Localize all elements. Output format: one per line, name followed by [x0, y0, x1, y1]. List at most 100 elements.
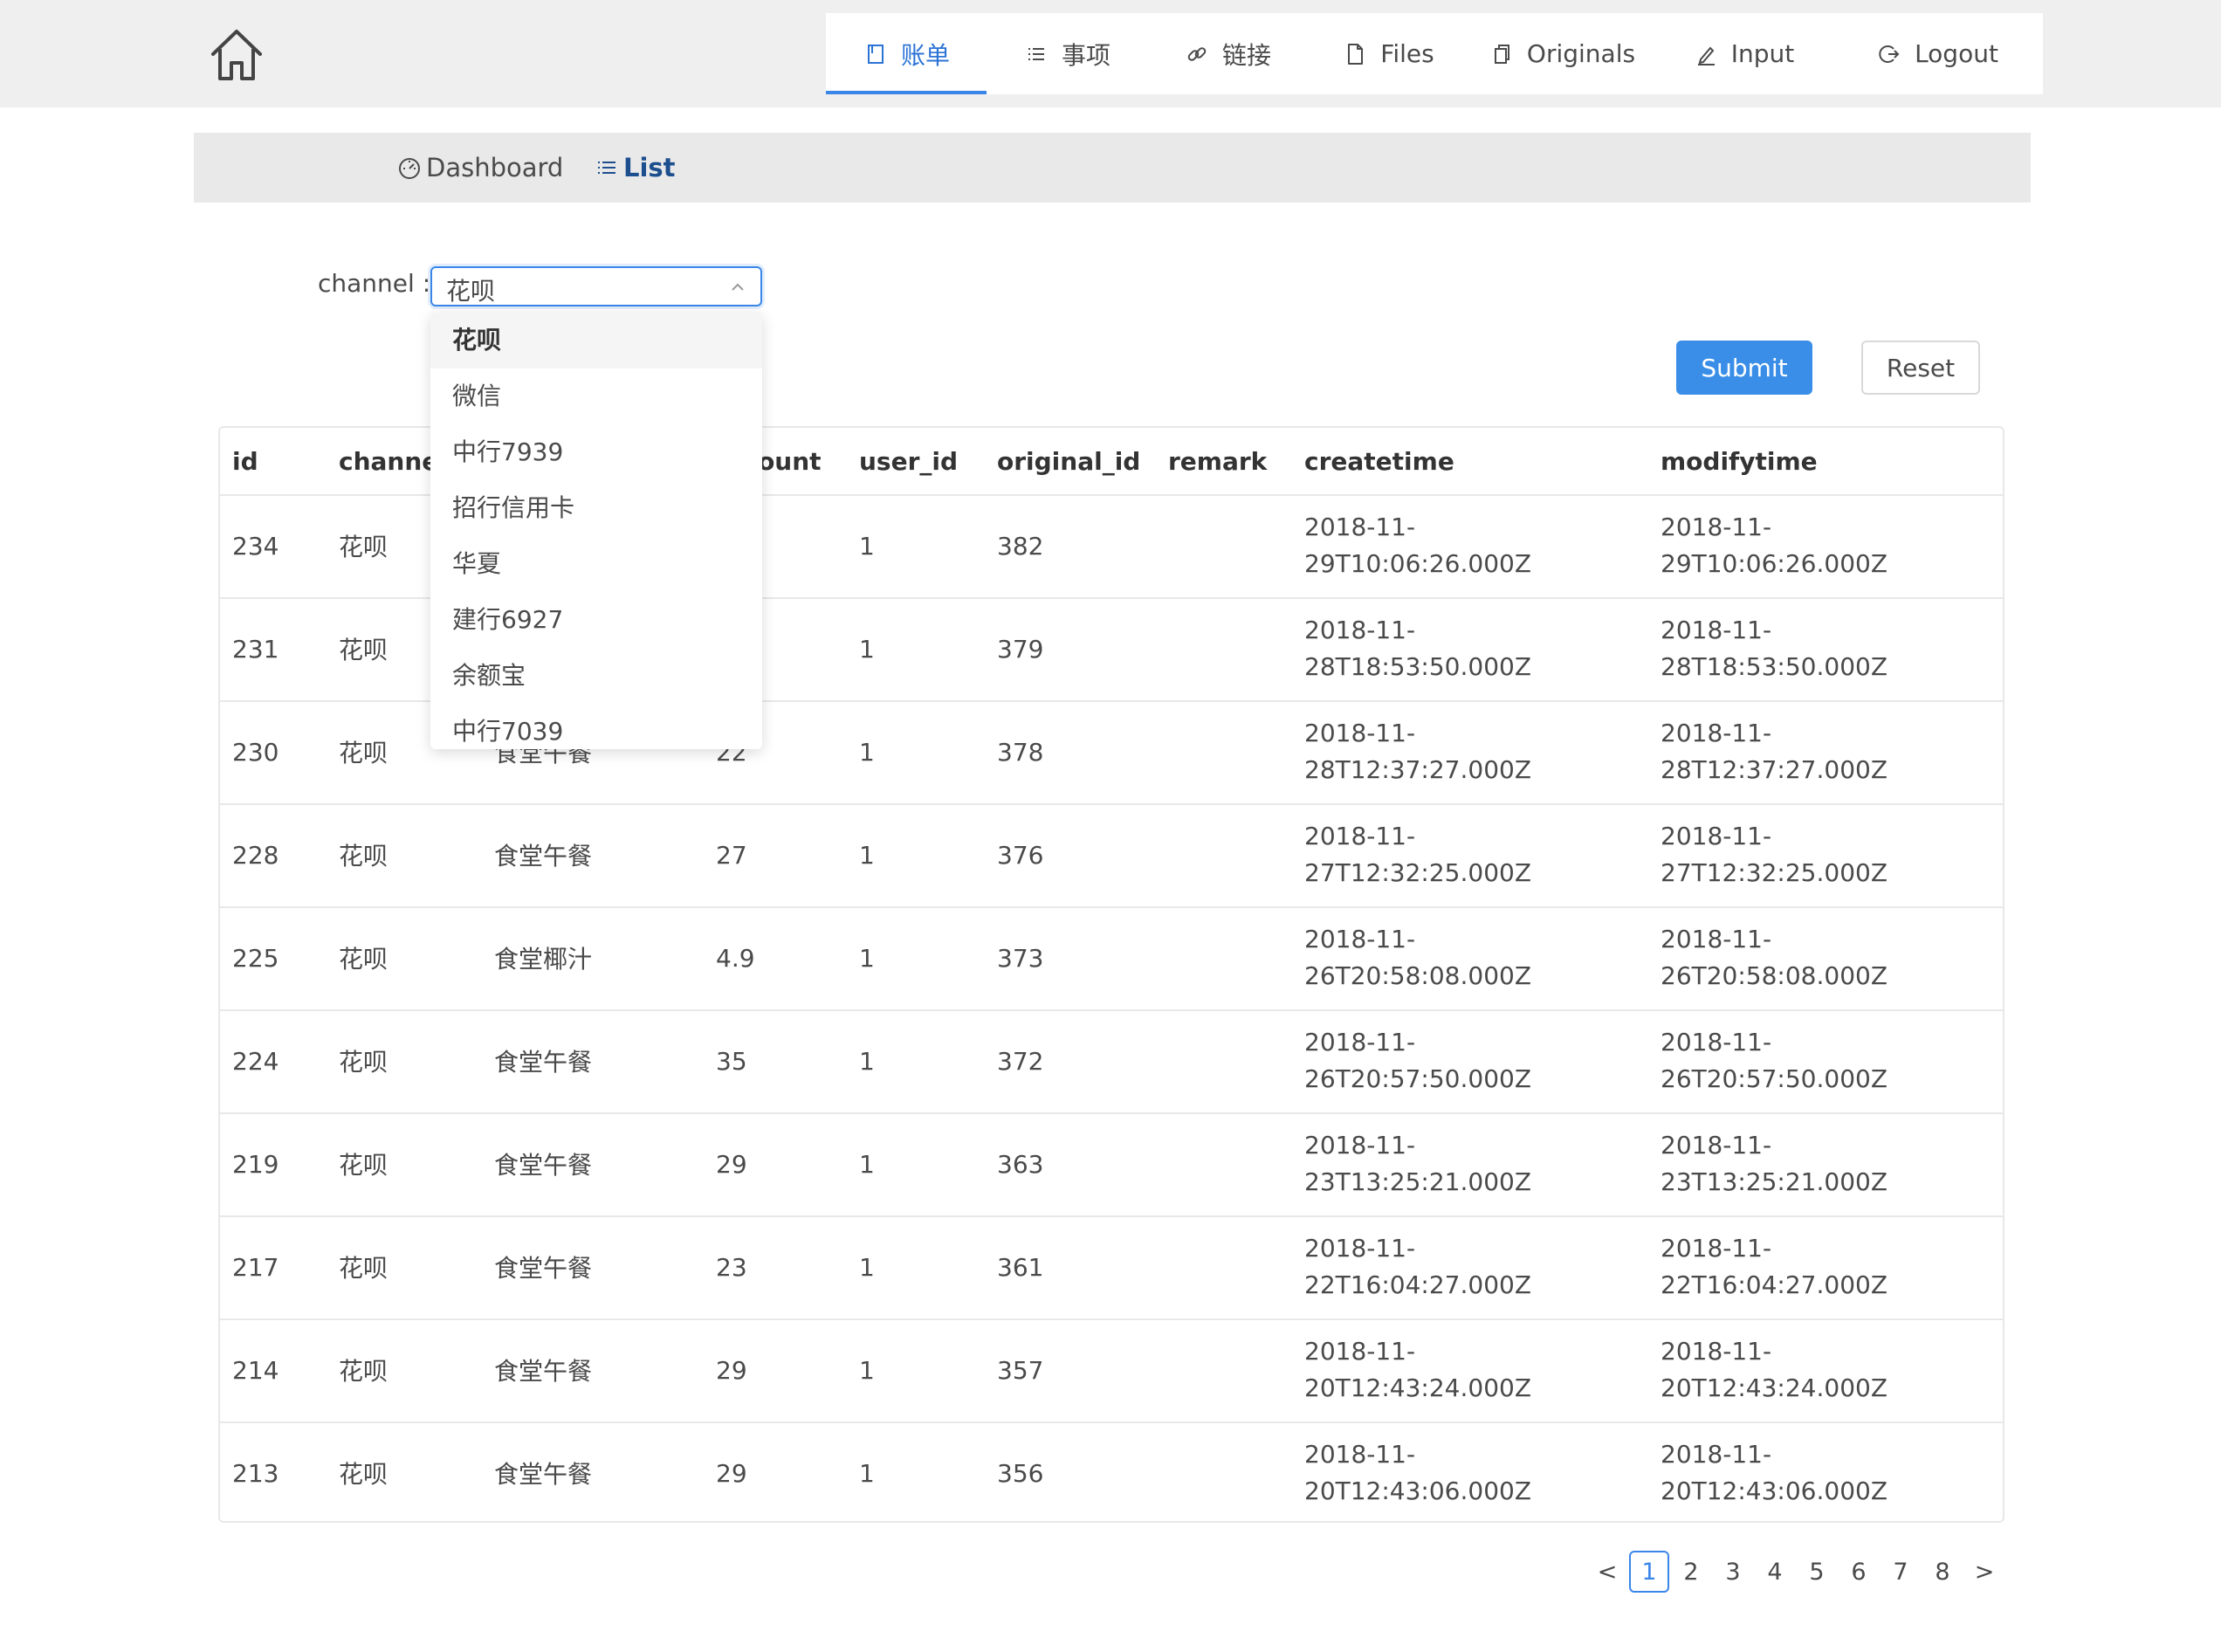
- table-cell: 1: [859, 840, 875, 870]
- table-cell: 363: [997, 1149, 1044, 1179]
- nav-item-files[interactable]: Files: [1308, 13, 1468, 94]
- nav-item-bills[interactable]: 账单: [826, 13, 987, 94]
- page-number[interactable]: 4: [1755, 1551, 1795, 1593]
- table-cell: 29: [716, 1355, 747, 1385]
- nav-item-label: 链接: [1221, 40, 1271, 70]
- nav-item-label: 账单: [900, 40, 950, 70]
- channel-label: channel :: [318, 269, 431, 298]
- page-number[interactable]: 8: [1922, 1551, 1963, 1593]
- dropdown-option[interactable]: 招行信用卡: [430, 480, 762, 536]
- table-cell: 花呗: [339, 1151, 389, 1180]
- table-cell: 357: [997, 1355, 1044, 1385]
- table-cell: 食堂午餐: [494, 1151, 593, 1180]
- reset-button[interactable]: Reset: [1861, 341, 1980, 395]
- table-cell: 花呗: [339, 842, 389, 871]
- table-cell: 379: [997, 634, 1044, 664]
- nav-item-tasks[interactable]: 事项: [987, 13, 1147, 94]
- table-row[interactable]: 213 花呗 食堂午餐 29 1 356 2018-11- 20T12:43:06.000Z 2…: [220, 1421, 2003, 1525]
- table-cell: 2018-11- 26T20:58:08.000Z: [1304, 925, 1532, 990]
- next-page-button[interactable]: >: [1964, 1551, 2004, 1593]
- table-cell: 2018-11- 26T20:57:50.000Z: [1661, 1028, 1888, 1093]
- table-cell: 食堂午餐: [494, 1048, 593, 1077]
- subnav-dashboard-label: Dashboard: [426, 153, 564, 182]
- table-cell: 食堂午餐: [494, 842, 593, 871]
- nav-item-logout[interactable]: Logout: [1832, 13, 2043, 94]
- table-cell: 2018-11- 28T12:37:27.000Z: [1661, 719, 1888, 784]
- nav-item-input[interactable]: Input: [1655, 13, 1832, 94]
- page-number[interactable]: 2: [1671, 1551, 1711, 1593]
- table-cell: 花呗: [339, 1048, 389, 1077]
- subnav-list[interactable]: List: [594, 133, 676, 203]
- page-number[interactable]: 7: [1881, 1551, 1921, 1593]
- table-cell: 378: [997, 737, 1044, 767]
- dropdown-option[interactable]: 微信: [430, 368, 762, 424]
- home-icon[interactable]: [206, 24, 267, 86]
- table-cell: 1: [859, 1252, 875, 1282]
- table-cell: 361: [997, 1252, 1044, 1282]
- table-cell: 35: [716, 1046, 747, 1076]
- list-icon: [1028, 47, 1044, 60]
- table-cell: 2018-11- 28T12:37:27.000Z: [1304, 719, 1532, 784]
- page-number[interactable]: 6: [1839, 1551, 1879, 1593]
- table-cell: 花呗: [339, 945, 389, 974]
- table-cell: 225: [232, 943, 279, 973]
- table-row[interactable]: 224 花呗 食堂午餐 35 1 372 2018-11- 26T20:57:50.000Z 2…: [220, 1009, 2003, 1114]
- dropdown-option[interactable]: 余额宝: [430, 648, 762, 704]
- subnav-list-label: List: [623, 153, 676, 182]
- copy-icon: [1494, 44, 1509, 64]
- table-cell: 食堂午餐: [494, 1460, 593, 1489]
- table-cell: 花呗: [339, 739, 389, 767]
- nav-item-label: 事项: [1061, 40, 1110, 70]
- link-icon: [1187, 46, 1207, 61]
- table-cell: 2018-11- 20T12:43:06.000Z: [1304, 1440, 1532, 1505]
- table-cell: 2018-11- 20T12:43:24.000Z: [1661, 1337, 1888, 1402]
- table-cell: 花呗: [339, 636, 389, 664]
- channel-select[interactable]: 花呗: [430, 266, 762, 306]
- table-cell: 1: [859, 737, 875, 767]
- table-row[interactable]: 214 花呗 食堂午餐 29 1 357 2018-11- 20T12:43:24.000Z 2…: [220, 1318, 2003, 1423]
- dropdown-option[interactable]: 华夏: [430, 536, 762, 592]
- table-row[interactable]: 217 花呗 食堂午餐 23 1 361 2018-11- 22T16:04:27.000Z 2…: [220, 1215, 2003, 1320]
- table-cell: 2018-11- 20T12:43:24.000Z: [1304, 1337, 1532, 1402]
- table-row[interactable]: 219 花呗 食堂午餐 29 1 363 2018-11- 23T13:25:21.000Z 2…: [220, 1112, 2003, 1217]
- table-row[interactable]: 225 花呗 食堂椰汁 4.9 1 373 2018-11- 26T20:58:08.000Z…: [220, 906, 2003, 1011]
- table-cell: 2018-11- 20T12:43:06.000Z: [1661, 1440, 1888, 1505]
- column-header: original_id: [997, 446, 1141, 476]
- subnav-dashboard[interactable]: Dashboard: [396, 133, 563, 203]
- table-cell: 217: [232, 1252, 279, 1282]
- table-cell: 1: [859, 1458, 875, 1488]
- dropdown-option[interactable]: 中行7939: [430, 424, 762, 480]
- dropdown-option[interactable]: 中行7039: [430, 704, 762, 749]
- table-cell: 花呗: [339, 1460, 389, 1489]
- dropdown-option[interactable]: 建行6927: [430, 592, 762, 648]
- table-cell: 2018-11- 26T20:57:50.000Z: [1304, 1028, 1532, 1093]
- table-cell: 花呗: [339, 1254, 389, 1283]
- table-cell: 1: [859, 943, 875, 973]
- nav-item-label: Input: [1730, 39, 1795, 68]
- table-cell: 1: [859, 1149, 875, 1179]
- table-cell: 356: [997, 1458, 1044, 1488]
- table-cell: 1: [859, 634, 875, 664]
- table-cell: 2018-11- 29T10:06:26.000Z: [1304, 513, 1532, 578]
- table-cell: 1: [859, 1355, 875, 1385]
- submit-button[interactable]: Submit: [1676, 341, 1812, 395]
- table-cell: 230: [232, 737, 279, 767]
- table-cell: 228: [232, 840, 279, 870]
- table-cell: 2018-11- 23T13:25:21.000Z: [1661, 1131, 1888, 1196]
- table-cell: 23: [716, 1252, 747, 1282]
- nav-item-originals[interactable]: Originals: [1468, 13, 1655, 94]
- table-cell: 376: [997, 840, 1044, 870]
- column-header: createtime: [1304, 446, 1454, 476]
- dropdown-option[interactable]: 花呗: [430, 313, 762, 368]
- table-cell: 花呗: [339, 533, 389, 561]
- channel-select-value: 花呗: [446, 277, 496, 306]
- table-row[interactable]: 228 花呗 食堂午餐 27 1 376 2018-11- 27T12:32:25.000Z 2…: [220, 803, 2003, 908]
- prev-page-button[interactable]: <: [1587, 1551, 1627, 1593]
- nav-item-links[interactable]: 链接: [1147, 13, 1308, 94]
- chevron-up-icon: [732, 283, 744, 291]
- table-cell: 食堂午餐: [494, 1254, 593, 1283]
- page-number[interactable]: 3: [1713, 1551, 1753, 1593]
- table-cell: 食堂椰汁: [494, 945, 593, 974]
- page-number[interactable]: 5: [1797, 1551, 1837, 1593]
- page-number[interactable]: 1: [1629, 1551, 1669, 1593]
